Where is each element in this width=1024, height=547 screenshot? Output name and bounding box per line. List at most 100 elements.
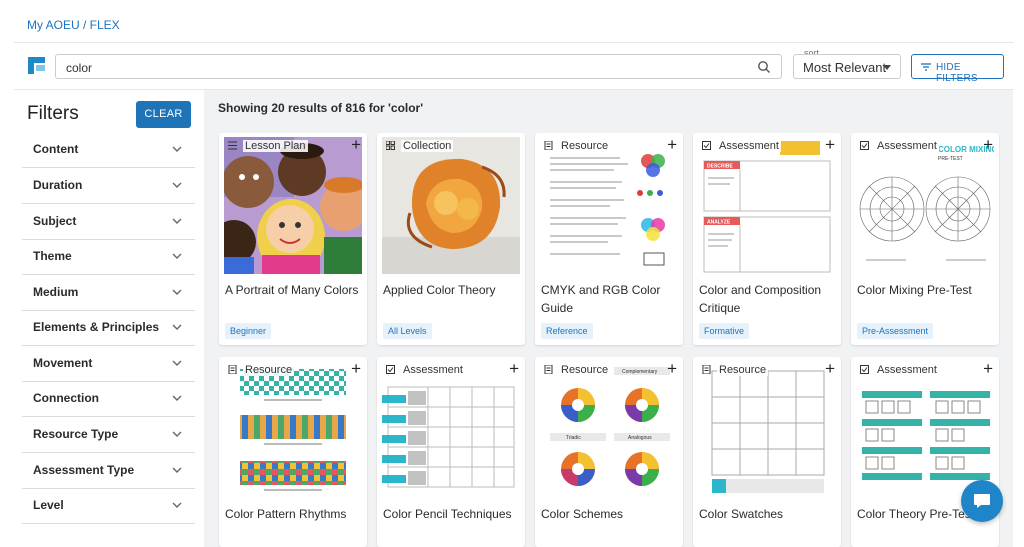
search-input[interactable]: color [55,54,782,79]
result-card[interactable]: Lesson Plan + A Portrait of Many Colors B… [219,133,367,345]
filter-label: Assessment Type [33,463,135,477]
filter-elements-principles[interactable]: Elements & Principles [22,311,195,346]
add-icon[interactable]: + [509,359,519,379]
filters-title: Filters [27,103,79,124]
checkbox-icon [860,141,869,150]
chevron-down-icon [172,182,182,188]
filter-theme[interactable]: Theme [22,240,195,275]
card-type: Assessment [401,364,465,376]
document-icon [228,365,237,374]
chevron-down-icon [172,431,182,437]
chevron-down-icon [172,360,182,366]
divider [14,42,1014,43]
checkbox-icon [860,365,869,374]
level-badge[interactable]: Beginner [225,323,272,339]
filter-level[interactable]: Level [22,489,195,524]
filter-subject[interactable]: Subject [22,205,195,240]
card-title[interactable]: A Portrait of Many Colors [225,281,365,299]
add-icon[interactable]: + [983,359,993,379]
level-badge[interactable]: Formative [699,323,750,339]
card-title[interactable]: Color Pencil Techniques [383,505,523,523]
filter-duration[interactable]: Duration [22,169,195,204]
pencil-techniques-thumbnail [382,361,520,498]
filter-connection[interactable]: Connection [22,382,195,417]
add-icon[interactable]: + [351,359,361,379]
result-card[interactable]: Resource + Color Swatches [693,357,841,547]
filter-label: Content [33,142,79,156]
card-title[interactable]: CMYK and RGB Color Guide [541,281,681,317]
filter-label: Connection [33,391,99,405]
filter-label: Level [33,498,64,512]
chevron-down-icon [172,324,182,330]
swatches-grid-thumbnail [698,361,836,498]
filter-assessment-type[interactable]: Assessment Type [22,454,195,489]
chevron-down-icon [172,502,182,508]
filter-label: Duration [33,178,83,192]
filter-movement[interactable]: Movement [22,347,195,382]
add-icon[interactable]: + [983,135,993,155]
filter-icon [921,63,931,71]
results-count: Showing 20 results of 816 for 'color' [218,101,424,115]
card-title[interactable]: Color Swatches [699,505,839,523]
card-type: Resource [717,364,769,376]
level-badge[interactable]: All Levels [383,323,432,339]
breadcrumb[interactable]: My AOEU / FLEX [27,18,120,32]
card-type: Collection [401,140,454,152]
add-icon[interactable]: + [667,359,677,379]
add-icon[interactable]: + [825,359,835,379]
card-type: Assessment [717,140,781,152]
add-icon[interactable]: + [667,135,677,155]
card-title[interactable]: Applied Color Theory [383,281,523,299]
filter-label: Subject [33,214,77,228]
add-icon[interactable]: + [351,135,361,155]
card-title[interactable]: Color Schemes [541,505,681,523]
result-card[interactable]: Resource + CMYK and RGB Color Guide Refer… [535,133,683,345]
card-title[interactable]: Color and Composition Critique [699,281,839,317]
card-title[interactable]: Color Mixing Pre-Test [857,281,997,299]
document-icon [702,365,711,374]
filter-label: Medium [33,285,79,299]
chevron-down-icon [172,253,182,259]
card-type: Resource [559,364,611,376]
chat-bubble-icon [974,494,990,508]
card-type: Assessment [875,140,939,152]
result-card[interactable]: COLOR MIXING PRE-TEST Assessment + Color … [851,133,999,345]
chevron-down-icon [172,467,182,473]
result-card[interactable]: Complementary Triadic Analogous Resource… [535,357,683,547]
result-card[interactable]: Assessment + Color Pencil Techniques [377,357,525,547]
card-type: Resource [559,140,611,152]
color-wheel-worksheet-thumbnail: COLOR MIXING PRE-TEST [856,137,994,274]
chevron-down-icon [172,395,182,401]
analogous-label: Analogous [628,435,652,441]
card-type: Assessment [875,364,939,376]
card-title[interactable]: Color Pattern Rhythms [225,505,365,523]
chevron-down-icon [172,289,182,295]
search-icon[interactable] [757,60,771,74]
sort-value: Most Relevant [803,60,887,75]
chat-button[interactable] [961,480,1003,522]
level-badge[interactable]: Pre-Assessment [857,323,934,339]
pattern-rhythms-thumbnail [224,361,362,498]
collection-icon [386,141,395,150]
filter-label: Movement [33,356,93,370]
filter-content[interactable]: Content [22,133,195,168]
card-type: Resource [243,364,295,376]
document-icon [544,365,553,374]
clear-filters-button[interactable]: CLEAR [136,101,191,128]
result-card[interactable]: Resource + Color Pattern Rhythms [219,357,367,547]
result-card[interactable]: Collection Applied Color Theory All Leve… [377,133,525,345]
filter-resource-type[interactable]: Resource Type [22,418,195,453]
result-card[interactable]: DESCRIBE ANALYZE Assessment + Color and C… [693,133,841,345]
flex-logo-icon[interactable] [28,57,45,74]
color-schemes-thumbnail: Complementary Triadic Analogous [540,361,678,498]
sort-select[interactable]: Most Relevant [793,54,901,79]
filter-medium[interactable]: Medium [22,276,195,311]
search-input-value[interactable]: color [66,61,92,75]
checkbox-icon [702,141,711,150]
filter-label: Resource Type [33,427,119,441]
hide-filters-button[interactable]: HIDE FILTERS [911,54,1004,84]
add-icon[interactable]: + [825,135,835,155]
card-type: Lesson Plan [243,140,308,152]
level-badge[interactable]: Reference [541,323,593,339]
orange-painting-thumbnail [382,137,520,274]
